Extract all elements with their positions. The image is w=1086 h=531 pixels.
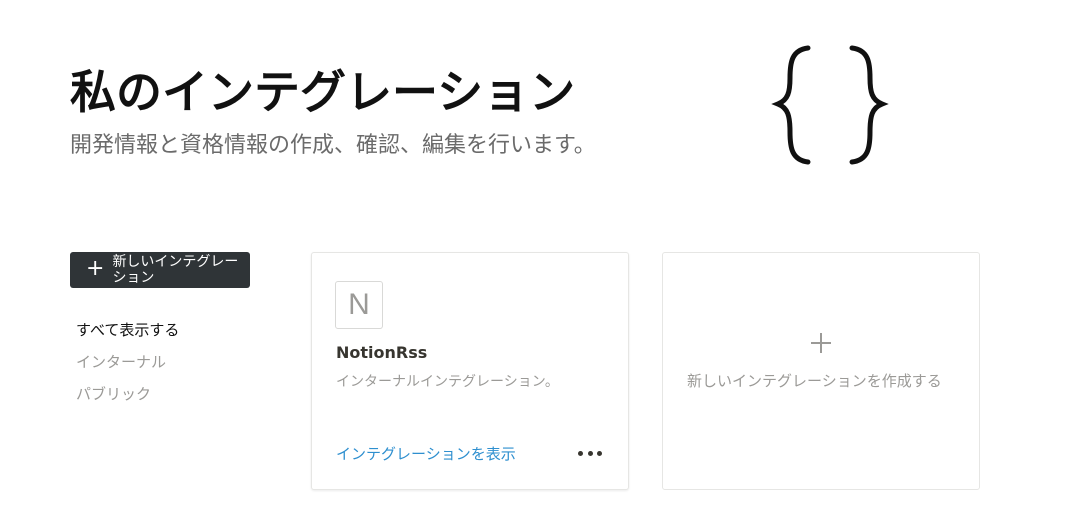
integration-card: N NotionRss インターナルインテグレーション。 インテグレーションを表… — [311, 252, 629, 490]
filter-internal[interactable]: インターナル — [76, 346, 179, 378]
create-integration-card[interactable]: 新しいインテグレーションを作成する — [662, 252, 980, 490]
new-integration-label: 新しいインテグレーション — [112, 254, 239, 286]
integrations-page: 私のインテグレーション 開発情報と資格情報の作成、確認、編集を行います。 + 新… — [0, 0, 1086, 531]
curly-braces-icon — [771, 45, 889, 165]
new-integration-button[interactable]: + 新しいインテグレーション — [70, 252, 250, 288]
page-subtitle: 開発情報と資格情報の作成、確認、編集を行います。 — [70, 133, 596, 158]
filter-all[interactable]: すべて表示する — [76, 314, 179, 346]
view-integration-link[interactable]: インテグレーションを表示 — [336, 443, 516, 464]
plus-icon: + — [86, 256, 105, 281]
integration-icon: N — [335, 281, 383, 329]
ellipsis-icon[interactable] — [578, 443, 602, 463]
page-title: 私のインテグレーション — [70, 65, 576, 119]
filter-list: すべて表示する インターナル パブリック — [76, 314, 179, 410]
plus-icon — [811, 333, 831, 353]
integration-type: インターナルインテグレーション。 — [336, 374, 559, 390]
create-integration-label: 新しいインテグレーションを作成する — [687, 372, 942, 390]
integration-name: NotionRss — [336, 343, 428, 362]
filter-public[interactable]: パブリック — [76, 378, 179, 410]
